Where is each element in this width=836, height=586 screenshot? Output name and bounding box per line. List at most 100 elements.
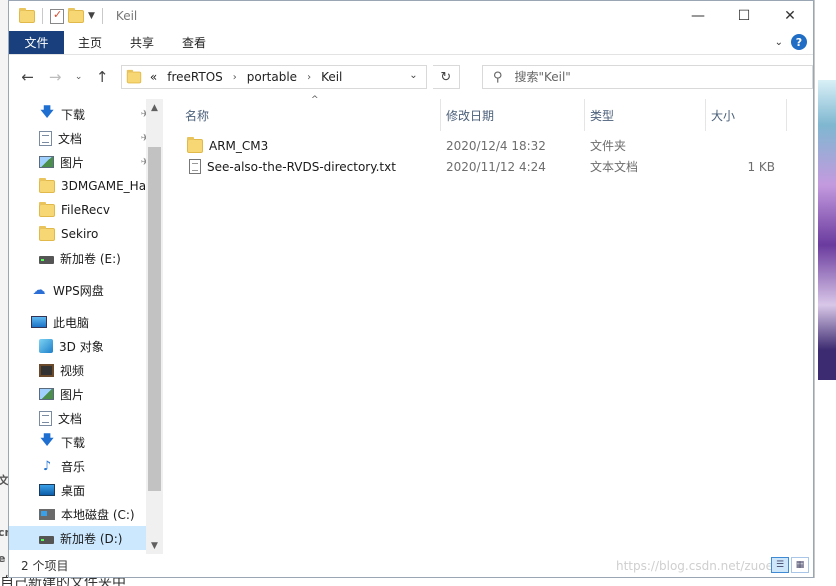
file-name: ARM_CM3 (209, 138, 269, 153)
table-row[interactable]: ARM_CM3 2020/12/4 18:32 文件夹 (183, 135, 783, 156)
refresh-button[interactable]: ↻ (432, 65, 460, 89)
breadcrumb-overflow[interactable]: « (150, 70, 157, 84)
pictures-icon (39, 388, 54, 400)
sidebar-item-wps-cloud[interactable]: ☁ WPS网盘 (9, 278, 149, 302)
window-controls: — ☐ ✕ (675, 1, 813, 31)
folder-icon (39, 201, 55, 217)
file-name: See-also-the-RVDS-directory.txt (207, 159, 396, 174)
sidebar-item-3dmgame[interactable]: 3DMGAME_Ha (9, 174, 149, 198)
watermark-text: https://blog.csdn.net/zuoe (616, 559, 773, 573)
quick-access-toolbar: ▼ (9, 7, 106, 24)
title-bar: ▼ Keil — ☐ ✕ (9, 1, 813, 31)
sidebar-item-documents[interactable]: 文档 ✈ (9, 126, 149, 150)
up-button[interactable]: ↑ (91, 66, 112, 88)
explorer-body: 🡇 下载 ✈ 文档 ✈ 图片 ✈ 3DMGAME_Ha FileRecv Sek… (9, 95, 813, 554)
sidebar-item-pc-pictures[interactable]: 图片 (9, 382, 149, 406)
tab-home[interactable]: 主页 (64, 31, 116, 54)
column-header-type[interactable]: 类型 (586, 99, 706, 131)
background-left-strip: 文 cn e (0, 0, 12, 586)
file-list: ^ 名称 修改日期 类型 大小 ARM_CM3 2020/12/4 18:32 … (163, 95, 813, 554)
chevron-right-icon[interactable]: › (233, 72, 237, 83)
sidebar-item-sekiro[interactable]: Sekiro (9, 222, 149, 246)
3d-objects-icon (39, 339, 53, 353)
file-size (715, 135, 775, 156)
sidebar-item-drive-c[interactable]: 本地磁盘 (C:) (9, 502, 149, 526)
scroll-up-icon[interactable]: ▲ (146, 99, 163, 116)
column-header-modified[interactable]: 修改日期 (442, 99, 585, 131)
file-modified: 2020/11/12 4:24 (446, 159, 546, 174)
back-button[interactable]: ← (17, 66, 38, 88)
file-type: 文件夹 (590, 139, 627, 153)
search-box[interactable]: ⚲ (481, 65, 813, 89)
folder-icon (39, 177, 55, 193)
breadcrumb-freertos[interactable]: freeRTOS (167, 70, 223, 84)
sidebar-item-drive-d[interactable]: 新加卷 (D:) (9, 526, 149, 550)
status-bar: 2 个项目 https://blog.csdn.net/zuoe ☰ ▦ (9, 554, 813, 577)
properties-icon[interactable] (50, 8, 64, 24)
breadcrumb-portable[interactable]: portable (247, 70, 297, 84)
sidebar-item-pictures[interactable]: 图片 ✈ (9, 150, 149, 174)
folder-icon (126, 69, 142, 83)
music-icon: ♪ (42, 458, 52, 474)
sidebar-item-downloads[interactable]: 🡇 下载 ✈ (9, 102, 149, 126)
maximize-button[interactable]: ☐ (721, 1, 767, 31)
sidebar-item-filerecv[interactable]: FileRecv (9, 198, 149, 222)
sidebar-item-music[interactable]: ♪ 音乐 (9, 454, 149, 478)
column-header-name[interactable]: 名称 (181, 99, 441, 131)
sidebar-item-pc-documents[interactable]: 文档 (9, 406, 149, 430)
breadcrumb: « freeRTOS › portable › Keil (150, 70, 343, 84)
breadcrumb-keil[interactable]: Keil (321, 70, 342, 84)
sidebar-item-this-pc[interactable]: 此电脑 (9, 310, 149, 334)
video-icon (39, 363, 54, 377)
desktop-icon (39, 484, 55, 496)
expand-ribbon-chevron-icon[interactable]: ⌄ (775, 37, 783, 48)
sidebar-item-desktop[interactable]: 桌面 (9, 478, 149, 502)
file-modified: 2020/12/4 18:32 (446, 138, 546, 153)
forward-button[interactable]: → (44, 66, 65, 88)
document-icon (39, 410, 52, 426)
sidebar-item-videos[interactable]: 视频 (9, 358, 149, 382)
search-input[interactable] (514, 70, 795, 84)
customize-toolbar-dropdown-icon[interactable]: ▼ (88, 11, 95, 21)
table-row[interactable]: See-also-the-RVDS-directory.txt 2020/11/… (183, 156, 783, 177)
folder-icon (39, 225, 55, 241)
recent-locations-dropdown[interactable]: ⌄ (72, 66, 86, 88)
tab-file[interactable]: 文件 (9, 31, 64, 54)
large-icons-view-icon[interactable]: ▦ (791, 557, 809, 573)
chevron-right-icon[interactable]: › (307, 72, 311, 83)
drive-icon (39, 536, 54, 544)
minimize-button[interactable]: — (675, 1, 721, 31)
file-size: 1 KB (747, 159, 775, 174)
sidebar-item-3d-objects[interactable]: 3D 对象 (9, 334, 149, 358)
new-folder-icon[interactable] (68, 7, 84, 23)
help-icon[interactable]: ? (791, 34, 807, 50)
text-file-icon (189, 159, 201, 174)
window-title: Keil (115, 9, 138, 23)
navigation-scrollbar[interactable]: ▲ ▼ (146, 99, 163, 554)
scroll-down-icon[interactable]: ▼ (146, 537, 163, 554)
sidebar-item-pc-downloads[interactable]: 🡇 下载 (9, 430, 149, 454)
computer-icon (31, 316, 47, 328)
tab-share[interactable]: 共享 (116, 31, 168, 54)
folder-icon (187, 136, 203, 153)
item-count: 2 个项目 (21, 559, 69, 573)
scrollbar-thumb[interactable] (148, 147, 161, 491)
address-bar[interactable]: « freeRTOS › portable › Keil ⌄ (120, 65, 427, 89)
close-button[interactable]: ✕ (767, 1, 813, 31)
tab-view[interactable]: 查看 (168, 31, 220, 54)
ribbon-tabs: 文件 主页 共享 查看 ⌄ ? (9, 31, 813, 55)
sidebar-item-drive-e[interactable]: 新加卷 (E:) (9, 246, 149, 270)
drive-icon (39, 256, 54, 264)
background-wallpaper (818, 80, 836, 380)
download-arrow-icon: 🡇 (40, 433, 54, 448)
details-view-icon[interactable]: ☰ (771, 557, 789, 573)
address-history-dropdown-icon[interactable]: ⌄ (409, 70, 417, 81)
file-type: 文本文档 (590, 160, 639, 174)
background-bottom-strip: 自己新建的文件夹中 (0, 575, 836, 586)
background-right-strip (814, 0, 836, 586)
download-arrow-icon: 🡇 (40, 105, 54, 120)
column-header-size[interactable]: 大小 (707, 99, 787, 131)
cloud-icon: ☁ (32, 282, 46, 298)
navigation-tree: 🡇 下载 ✈ 文档 ✈ 图片 ✈ 3DMGAME_Ha FileRecv Sek… (9, 102, 149, 550)
column-headers: 名称 修改日期 类型 大小 (163, 99, 813, 131)
